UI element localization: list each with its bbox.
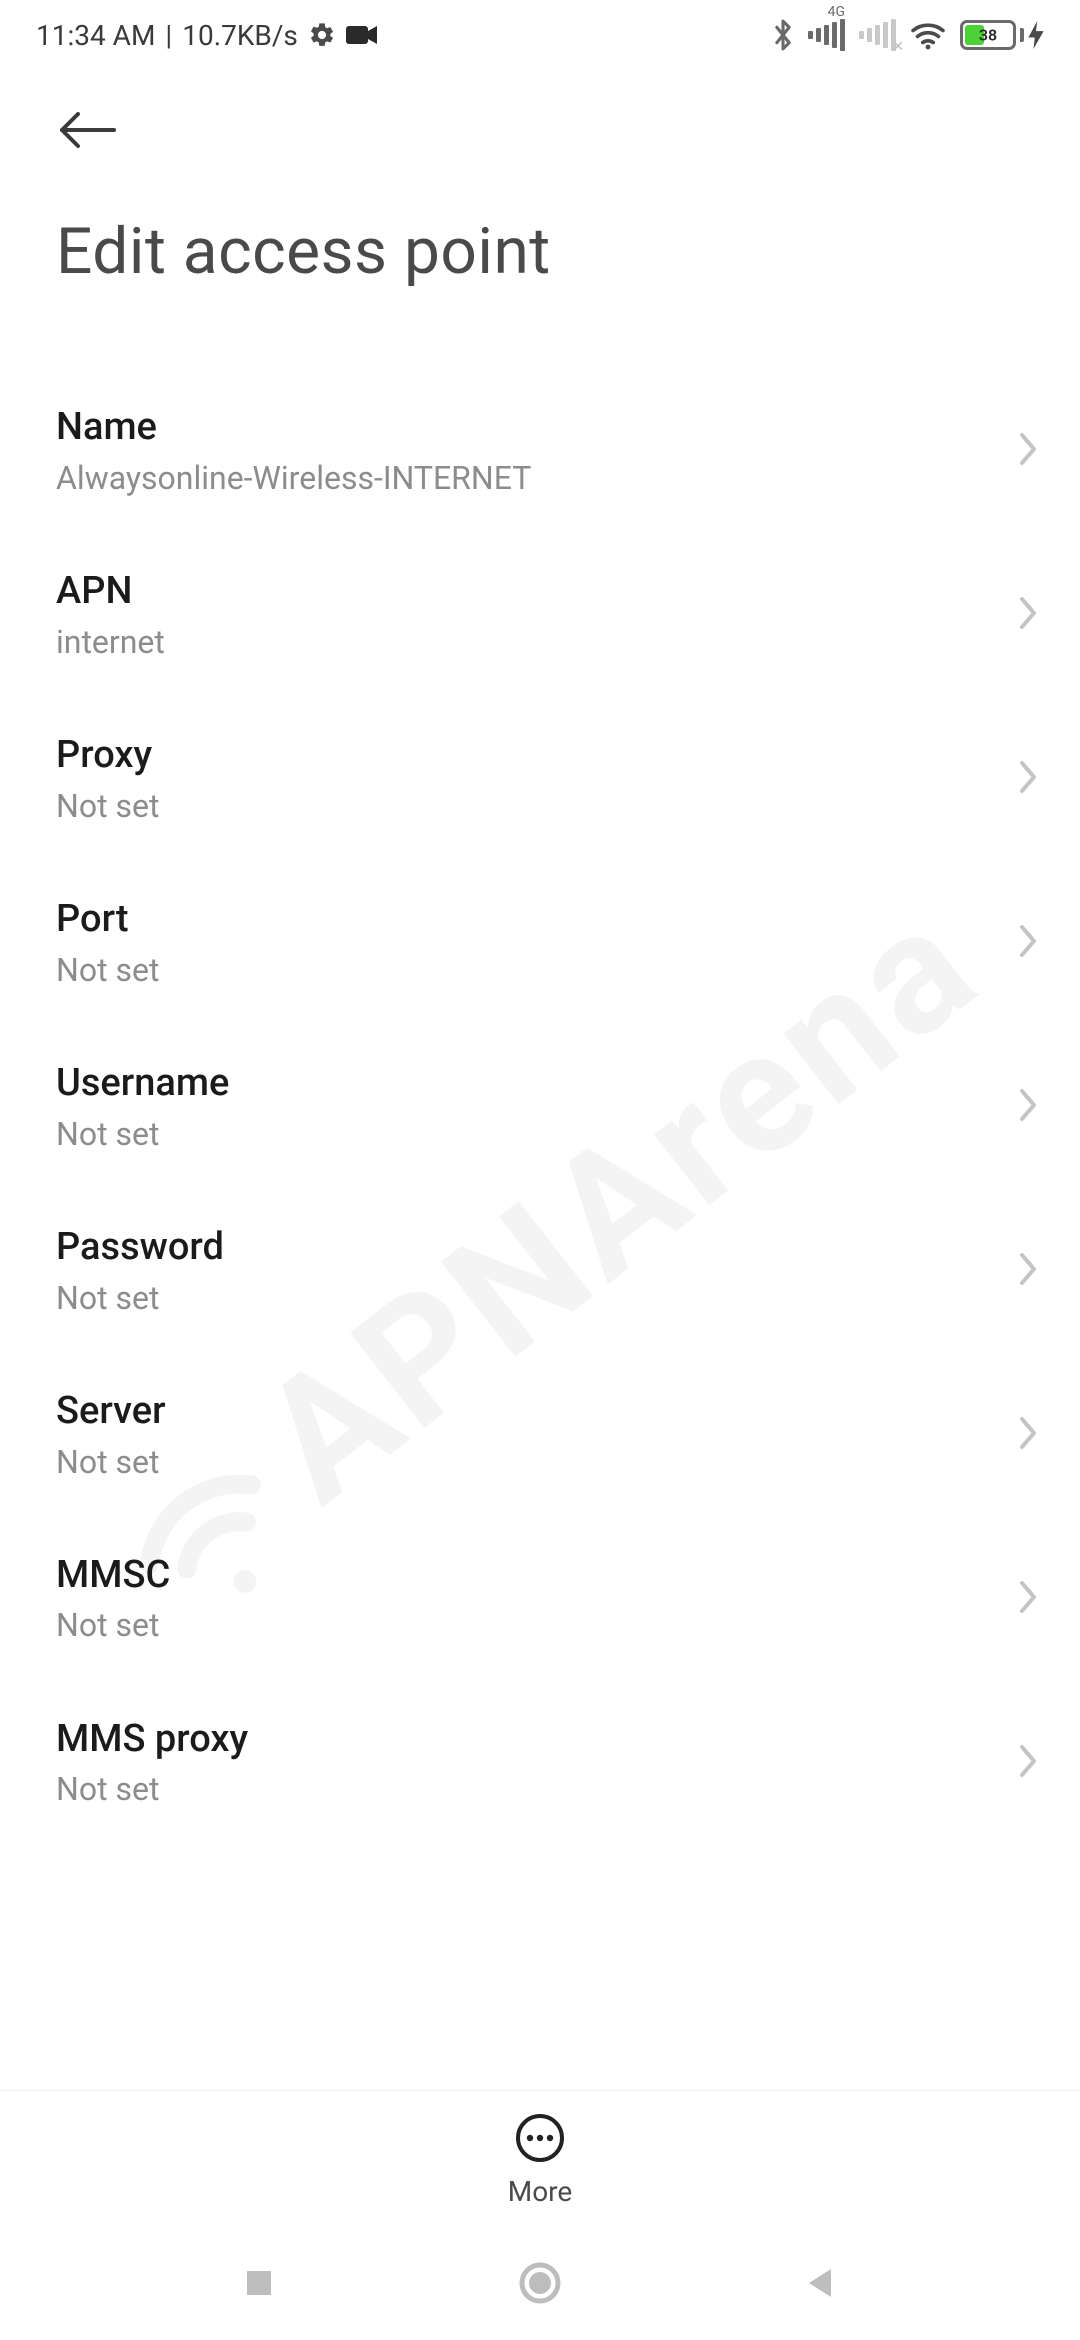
row-value: Not set: [56, 1443, 996, 1481]
row-mms-proxy[interactable]: MMS proxy Not set: [0, 1681, 1080, 1845]
nav-recent-button[interactable]: [241, 2265, 277, 2305]
signal-sim2-icon: ✕: [859, 19, 896, 51]
camera-icon: [346, 24, 378, 46]
nav-back-button[interactable]: [803, 2265, 839, 2305]
charging-icon: [1028, 21, 1044, 49]
status-net-speed: 10.7KB/s: [182, 19, 298, 52]
chevron-right-icon: [1016, 757, 1040, 801]
row-username[interactable]: Username Not set: [0, 1025, 1080, 1189]
row-password[interactable]: Password Not set: [0, 1189, 1080, 1353]
triangle-left-icon: [803, 2265, 839, 2301]
back-arrow-icon: [56, 110, 120, 150]
chevron-right-icon: [1016, 1085, 1040, 1129]
row-value: Not set: [56, 1606, 996, 1644]
row-value: internet: [56, 623, 996, 661]
row-title: Server: [56, 1389, 996, 1435]
more-icon: [515, 2113, 565, 2163]
row-port[interactable]: Port Not set: [0, 861, 1080, 1025]
more-label: More: [508, 2175, 573, 2208]
back-button[interactable]: [56, 110, 1080, 154]
row-title: Proxy: [56, 733, 996, 779]
settings-list: Name Alwaysonline-Wireless-INTERNET APN …: [0, 369, 1080, 1845]
gear-icon: [308, 21, 336, 49]
chevron-right-icon: [1016, 1741, 1040, 1785]
wifi-icon: [910, 20, 946, 50]
chevron-right-icon: [1016, 429, 1040, 473]
android-nav-bar: [0, 2230, 1080, 2340]
bluetooth-icon: [772, 18, 794, 52]
status-bar: 11:34 AM | 10.7KB/s 4G ✕ 38: [0, 0, 1080, 70]
chevron-right-icon: [1016, 593, 1040, 637]
circle-icon: [518, 2261, 562, 2305]
chevron-right-icon: [1016, 1249, 1040, 1293]
bottom-toolbar: More: [0, 2090, 1080, 2230]
row-value: Not set: [56, 1770, 996, 1808]
row-title: MMSC: [56, 1553, 996, 1599]
chevron-right-icon: [1016, 921, 1040, 965]
row-proxy[interactable]: Proxy Not set: [0, 697, 1080, 861]
page-title: Edit access point: [56, 214, 1080, 289]
row-name[interactable]: Name Alwaysonline-Wireless-INTERNET: [0, 369, 1080, 533]
row-server[interactable]: Server Not set: [0, 1353, 1080, 1517]
row-apn[interactable]: APN internet: [0, 533, 1080, 697]
row-title: Password: [56, 1225, 996, 1271]
status-sep: |: [165, 19, 172, 52]
chevron-right-icon: [1016, 1413, 1040, 1457]
status-time: 11:34 AM: [36, 19, 155, 52]
nav-home-button[interactable]: [518, 2261, 562, 2309]
row-value: Not set: [56, 1115, 996, 1153]
row-title: Name: [56, 405, 996, 451]
row-title: MMS proxy: [56, 1717, 996, 1763]
square-icon: [241, 2265, 277, 2301]
row-value: Not set: [56, 787, 996, 825]
row-value: Alwaysonline-Wireless-INTERNET: [56, 459, 996, 497]
row-title: Username: [56, 1061, 996, 1107]
row-title: APN: [56, 569, 996, 615]
signal-sim1-icon: 4G: [808, 19, 845, 51]
battery-icon: 38: [960, 20, 1044, 50]
row-value: Not set: [56, 951, 996, 989]
row-title: Port: [56, 897, 996, 943]
row-mmsc[interactable]: MMSC Not set: [0, 1517, 1080, 1681]
chevron-right-icon: [1016, 1577, 1040, 1621]
more-button[interactable]: More: [508, 2113, 573, 2208]
row-value: Not set: [56, 1279, 996, 1317]
